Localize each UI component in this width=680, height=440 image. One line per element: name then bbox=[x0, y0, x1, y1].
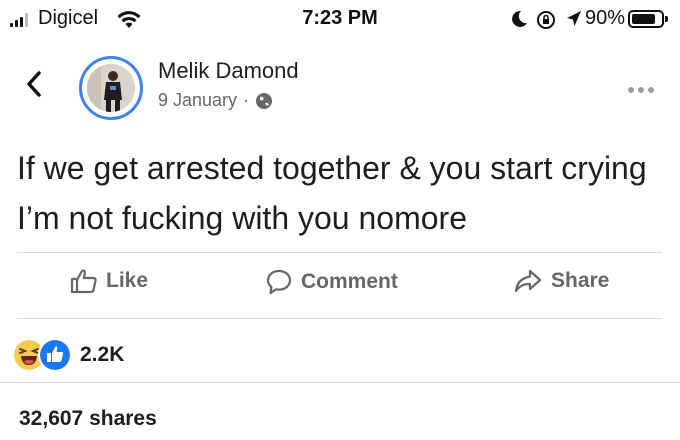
divider bbox=[0, 382, 680, 383]
rotation-lock-icon bbox=[537, 11, 555, 29]
like-reaction-icon bbox=[38, 338, 72, 372]
more-options-icon[interactable] bbox=[628, 80, 658, 98]
share-label: Share bbox=[551, 269, 610, 292]
battery-percentage: 90% bbox=[585, 7, 626, 29]
post-meta: 9 January · bbox=[158, 90, 273, 111]
share-button[interactable]: Share bbox=[513, 268, 609, 294]
comment-label: Comment bbox=[301, 270, 398, 293]
status-bar: Digicel 7:23 PM 90% bbox=[0, 0, 680, 40]
meta-separator: · bbox=[243, 90, 250, 110]
share-arrow-icon bbox=[514, 269, 542, 293]
do-not-disturb-icon bbox=[512, 10, 527, 27]
share-count[interactable]: 32,607 shares bbox=[19, 407, 157, 431]
author-name[interactable]: Melik Damond bbox=[158, 58, 299, 84]
comment-bubble-icon bbox=[266, 269, 292, 295]
divider bbox=[17, 318, 662, 319]
like-button[interactable]: Like bbox=[70, 268, 148, 294]
comment-button[interactable]: Comment bbox=[265, 268, 398, 296]
reactions-summary[interactable]: 2.2K bbox=[12, 338, 124, 372]
post-date[interactable]: 9 January bbox=[158, 90, 237, 111]
battery-icon bbox=[628, 10, 668, 28]
location-arrow-icon bbox=[567, 11, 581, 26]
thumbs-up-icon bbox=[70, 269, 97, 294]
reaction-count: 2.2K bbox=[80, 343, 125, 366]
avatar-photo bbox=[87, 64, 135, 112]
divider bbox=[17, 252, 662, 253]
author-avatar[interactable] bbox=[79, 56, 143, 120]
globe-icon bbox=[256, 92, 273, 109]
like-label: Like bbox=[106, 269, 149, 292]
back-chevron-icon[interactable] bbox=[25, 70, 43, 98]
post-text: If we get arrested together & you start … bbox=[17, 150, 647, 236]
